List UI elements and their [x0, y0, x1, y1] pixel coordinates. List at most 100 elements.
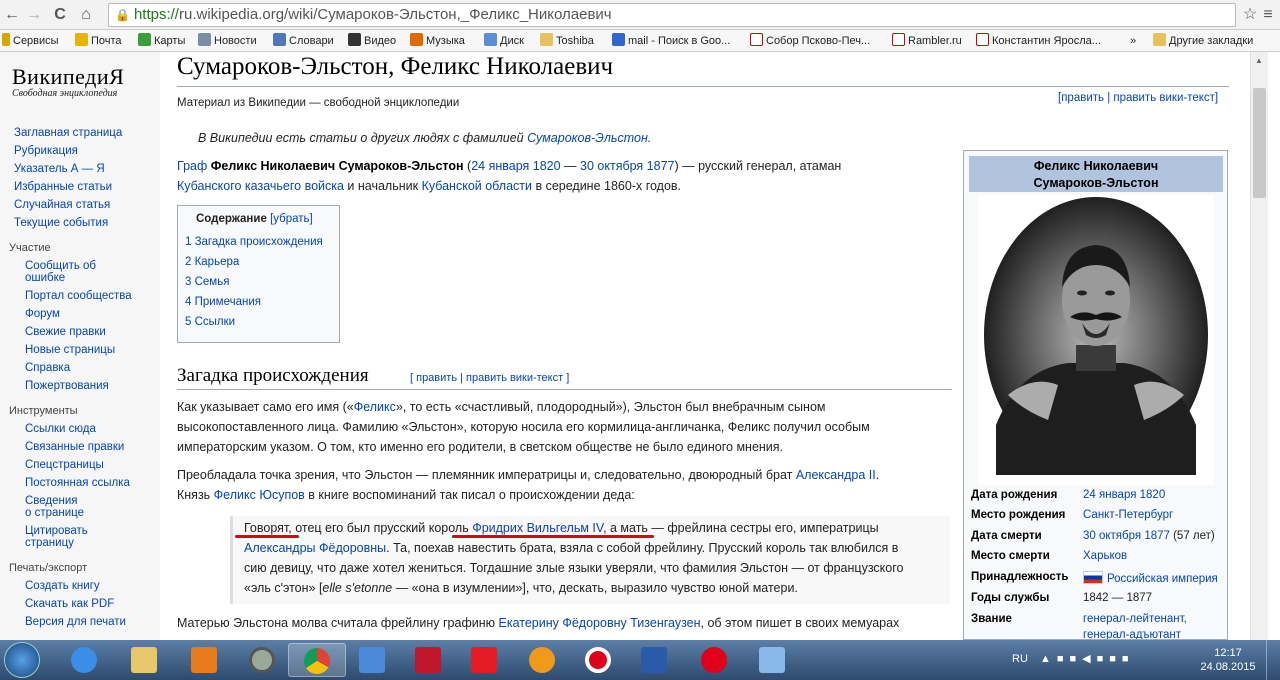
hatnote-link[interactable]: Сумароков-Эльстон: [527, 131, 648, 145]
reload-icon[interactable]: C: [50, 5, 70, 25]
link-kuban-oblast[interactable]: Кубанской области: [422, 179, 532, 193]
link-felix-yusupov[interactable]: Феликс Юсупов: [214, 488, 305, 502]
bookmark-sobor[interactable]: Собор Псково-Печ...: [750, 33, 870, 49]
scrollbar-thumb[interactable]: [1253, 88, 1266, 198]
nav-featured[interactable]: Избранные статьи: [14, 181, 112, 193]
bookmark-dictionaries[interactable]: Словари: [273, 33, 334, 49]
bookmark-disk[interactable]: Диск: [484, 33, 524, 49]
address-bar[interactable]: 🔒 https://ru.wikipedia.org/wiki/Сумароков…: [108, 3, 1236, 27]
tray-icons[interactable]: ▲■■◀■■■: [1040, 652, 1135, 665]
edit-links[interactable]: [править | править вики-текст]: [1058, 88, 1218, 108]
taskbar-word[interactable]: [626, 643, 684, 677]
taskbar-paint[interactable]: [744, 643, 802, 677]
link-count[interactable]: Граф: [177, 159, 211, 173]
nav-download-pdf[interactable]: Скачать как PDF: [25, 598, 114, 610]
nav-index[interactable]: Указатель А — Я: [14, 163, 105, 175]
nav-special-pages[interactable]: Спецстраницы: [25, 459, 104, 471]
bookmarks-overflow[interactable]: »: [1130, 33, 1136, 49]
toc-item[interactable]: 5 Ссылки: [185, 316, 235, 328]
nav-recent-changes[interactable]: Свежие правки: [25, 326, 106, 338]
nav-current-events[interactable]: Текущие события: [14, 217, 108, 229]
nav-rubrics[interactable]: Рубрикация: [14, 145, 78, 157]
info-rank-2[interactable]: генерал-адъютант: [1083, 629, 1181, 639]
nav-page-info[interactable]: Сведения: [25, 495, 78, 507]
toc-hide-link[interactable]: [убрать]: [270, 213, 313, 225]
nav-create-book[interactable]: Создать книгу: [25, 580, 100, 592]
bookmark-services[interactable]: Сервисы: [2, 33, 59, 49]
link-tiesenhausen[interactable]: Екатерину Фёдоровну Тизенгаузен: [498, 616, 700, 630]
taskbar-agent[interactable]: [514, 643, 572, 677]
link-friedrich-wilhelm[interactable]: Фридрих Вильгельм IV: [472, 521, 603, 535]
nav-help[interactable]: Справка: [25, 362, 70, 374]
bookmark-video[interactable]: Видео: [348, 33, 396, 49]
language-indicator[interactable]: RU: [1012, 653, 1028, 665]
wikipedia-tagline: Свободная энциклопедия: [12, 88, 118, 99]
wikipedia-logo[interactable]: ВикипедиЯ: [12, 64, 124, 90]
start-button[interactable]: [4, 642, 40, 678]
bookmark-other[interactable]: Другие закладки: [1153, 33, 1253, 49]
nav-cite-2[interactable]: страницу: [25, 537, 74, 549]
taskbar-app[interactable]: [234, 643, 292, 677]
info-birth-date[interactable]: 24 января 1820: [1083, 489, 1165, 501]
bookmark-konstantin[interactable]: Константин Яросла...: [976, 33, 1101, 49]
bookmark-mail-search[interactable]: mail - Поиск в Goo...: [612, 33, 730, 49]
scroll-up-icon[interactable]: ▲: [1255, 56, 1263, 65]
taskbar-yandex[interactable]: [456, 643, 514, 677]
nav-printable[interactable]: Версия для печати: [25, 616, 126, 628]
nav-what-links-here[interactable]: Ссылки сюда: [25, 423, 96, 435]
link-kuban-cossacks[interactable]: Кубанского казачьего войска: [177, 179, 344, 193]
info-allegiance[interactable]: Российская империя: [1107, 573, 1218, 585]
taskbar-explorer[interactable]: [116, 643, 174, 677]
taskbar-yandex-browser[interactable]: [686, 643, 744, 677]
back-icon[interactable]: ←: [2, 5, 22, 25]
toc-item[interactable]: 4 Примечания: [185, 296, 261, 308]
link-birth-date[interactable]: 24 января 1820: [471, 159, 560, 173]
nav-report-error[interactable]: Сообщить об: [25, 260, 96, 272]
nav-main-page[interactable]: Заглавная страница: [14, 127, 122, 139]
nav-cite[interactable]: Цитировать: [25, 525, 88, 537]
section-edit-links[interactable]: [ править | править вики-текст ]: [410, 368, 569, 388]
home-icon[interactable]: ⌂: [76, 5, 96, 25]
taskbar-opera[interactable]: [570, 643, 628, 677]
nav-report-error-2[interactable]: ошибке: [25, 272, 65, 284]
toc-item[interactable]: 2 Карьера: [185, 256, 239, 268]
info-label: Принадлежность: [971, 571, 1069, 583]
show-desktop-button[interactable]: [1266, 640, 1280, 680]
info-birth-place[interactable]: Санкт-Петербург: [1083, 509, 1173, 521]
agent-icon: [529, 647, 555, 673]
taskbar-mail[interactable]: [344, 643, 402, 677]
info-rank[interactable]: генерал-лейтенант,: [1083, 613, 1187, 625]
taskbar-ie[interactable]: [56, 643, 114, 677]
nav-forum[interactable]: Форум: [25, 308, 60, 320]
forward-icon[interactable]: →: [24, 5, 44, 25]
bookmark-maps[interactable]: Карты: [138, 33, 185, 49]
nav-community-portal[interactable]: Портал сообщества: [25, 290, 132, 302]
link-alexandra-feodorovna[interactable]: Александры Фёдоровны: [244, 541, 386, 555]
taskbar-kaspersky[interactable]: [400, 643, 458, 677]
star-icon[interactable]: ☆: [1240, 5, 1260, 25]
nav-related-changes[interactable]: Связанные правки: [25, 441, 124, 453]
link-death-date[interactable]: 30 октября 1877: [580, 159, 674, 173]
link-felix[interactable]: Феликс: [354, 400, 396, 414]
toc-item[interactable]: 3 Семья: [185, 276, 229, 288]
scrollbar[interactable]: ▲: [1250, 52, 1268, 640]
link-alexander-ii[interactable]: Александра II: [796, 468, 876, 482]
bookmark-rambler[interactable]: Rambler.ru: [892, 33, 962, 49]
bookmark-music[interactable]: Музыка: [410, 33, 465, 49]
info-death-date[interactable]: 30 октября 1877: [1083, 530, 1170, 542]
toc-item[interactable]: 1 Загадка происхождения: [185, 236, 323, 248]
taskbar-chrome[interactable]: [288, 643, 346, 677]
info-death-place[interactable]: Харьков: [1083, 550, 1127, 562]
portrait-image[interactable]: [978, 195, 1214, 485]
bookmark-news[interactable]: Новости: [198, 33, 257, 49]
nav-random[interactable]: Случайная статья: [14, 199, 110, 211]
bookmark-mail[interactable]: Почта: [75, 33, 122, 49]
clock[interactable]: 12:17 24.08.2015: [1198, 646, 1258, 674]
taskbar-media[interactable]: [176, 643, 234, 677]
nav-donate[interactable]: Пожертвования: [25, 380, 109, 392]
nav-permanent-link[interactable]: Постоянная ссылка: [25, 477, 130, 489]
nav-new-pages[interactable]: Новые страницы: [25, 344, 115, 356]
nav-page-info-2[interactable]: о странице: [25, 507, 84, 519]
bookmark-toshiba[interactable]: Toshiba: [540, 33, 594, 49]
menu-icon[interactable]: ≡: [1258, 5, 1278, 25]
